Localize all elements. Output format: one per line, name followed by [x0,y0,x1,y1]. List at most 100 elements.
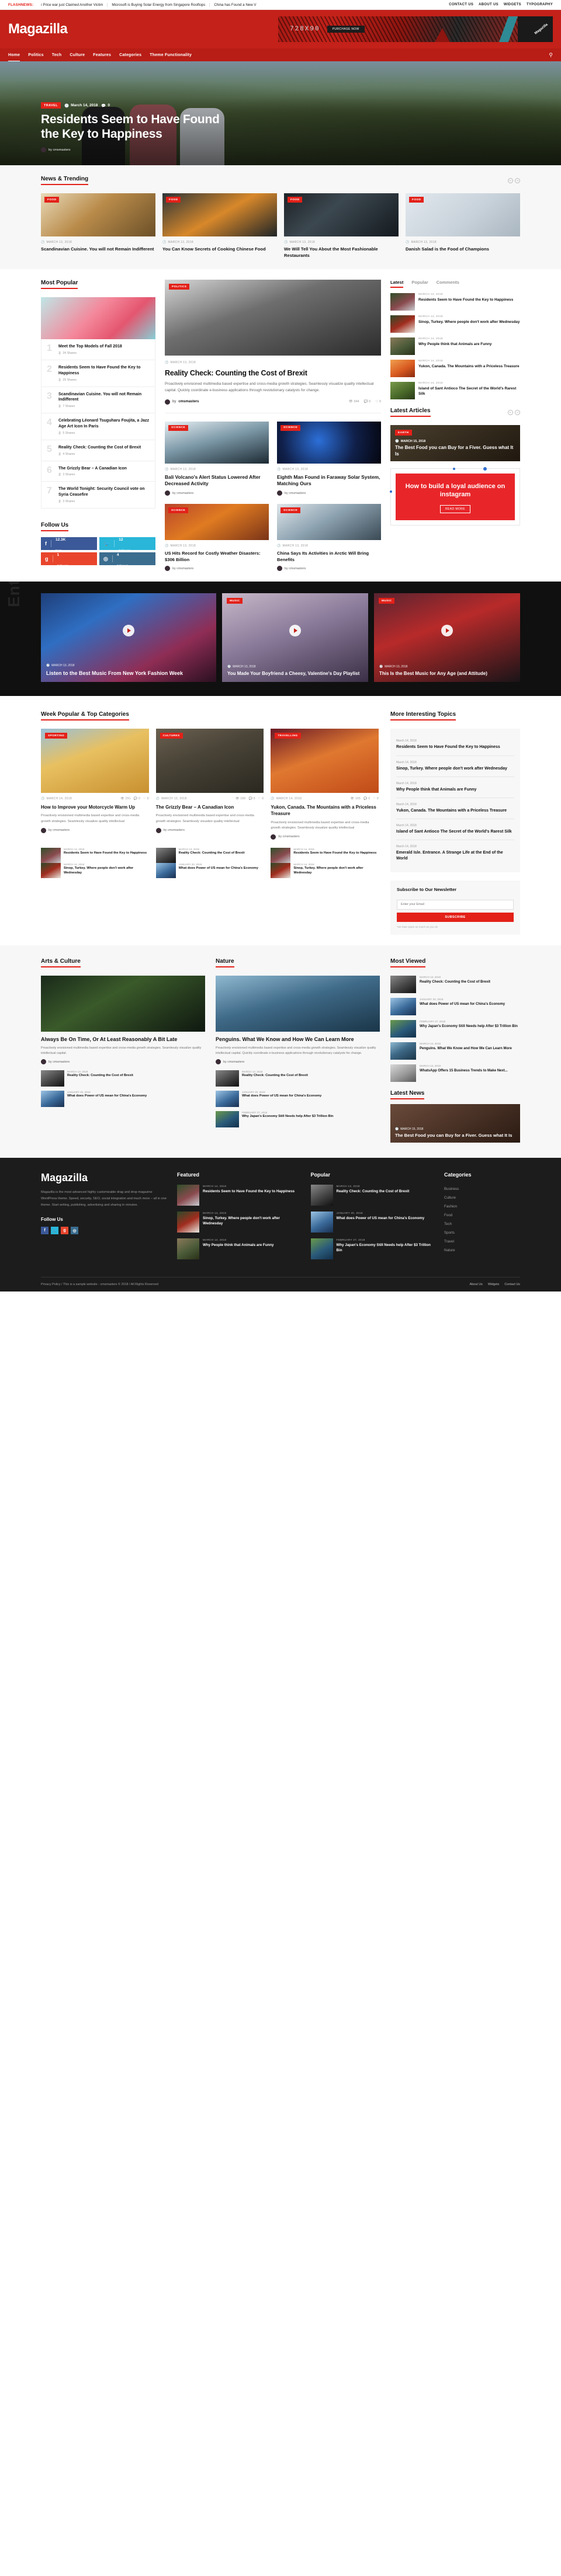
list-item[interactable]: MARCH 14, 2018 Residents Seem to Have Fou… [41,847,149,863]
top-nav-typography[interactable]: TYPOGRAPHY [527,3,553,6]
article-card[interactable]: SCIENCE 🕑 MARCH 13, 2018 China Says Its A… [277,504,381,572]
list-item[interactable]: JANUARY 20, 2018 What does Power of US me… [216,1091,380,1108]
arrow-right-icon[interactable]: → [515,409,520,415]
sidebar-item-title[interactable]: Residents Seem to Have Found the Key to … [418,297,513,302]
article-card-author[interactable]: by cmsmasters [277,490,381,496]
arts-image[interactable] [41,975,205,1032]
list-item[interactable]: March 14, 2018 Why People think that Anim… [396,777,514,798]
video-card-badge[interactable]: MUSIC [379,598,395,604]
video-card-title[interactable]: This Is the Best Music for Any Age (and … [379,671,515,677]
list-item-title[interactable]: The Grizzly Bear – A Canadian Icon [58,466,127,472]
list-item-title[interactable]: The World Tonight: Security Council vote… [58,486,150,498]
article-card-title[interactable]: Yukon, Canada. The Mountains with a Pric… [271,804,379,817]
list-item[interactable]: MARCH 13, 2018 Reality Check: Counting th… [216,1070,380,1087]
latest-article-badge[interactable]: EARTH [395,430,412,436]
site-logo[interactable]: Magazilla [8,21,68,37]
article-card-title[interactable]: Eighth Man Found in Faraway Solar System… [277,474,381,488]
list-item-title[interactable]: Residents Seem to Have Found the Key to … [293,851,376,856]
article-card[interactable]: SPORTING 🕑 MARCH 14, 2018 👁 291 💬 0 ♡ 0 H… [41,729,149,840]
footer-logo[interactable]: Magazilla [41,1172,167,1184]
list-item-title[interactable]: Sinop, Turkey. Where people don't work a… [203,1216,300,1227]
promo-banner[interactable]: How to build a loyal audience on instagr… [390,467,520,525]
list-item[interactable]: 5 Reality Check: Counting the Cost of Br… [41,440,155,461]
list-item[interactable]: JANUARY 20, 2018 What does Power of US me… [41,1091,205,1108]
article-card-author[interactable]: by cmsmasters [271,834,379,840]
article-card-badge[interactable]: SCIENCE [280,507,301,514]
news-card-title[interactable]: We Will Tell You About the Most Fashiona… [284,246,399,259]
list-item-title[interactable]: Yukon, Canada. The Mountains with a Pric… [396,808,514,814]
social-instagram[interactable]: ◎ 4 Followers [99,552,155,567]
nav-item-categories[interactable]: Categories [119,51,141,60]
footer-category-culture[interactable]: Culture [444,1193,520,1202]
list-item[interactable]: 6 The Grizzly Bear – A Canadian Icon ⋚ 3 … [41,461,155,482]
nav-item-home[interactable]: Home [8,51,20,62]
list-item-title[interactable]: What does Power of US mean for China's E… [337,1216,425,1221]
arts-author[interactable]: by cmsmasters [41,1059,205,1065]
list-item[interactable]: 7 The World Tonight: Security Council vo… [41,482,155,508]
article-card[interactable]: SCIENCE 🕑 MARCH 13, 2018 US Hits Record f… [165,504,269,572]
article-card-badge[interactable]: CULTURES [160,733,183,739]
feature-author[interactable]: by cmsmasters [165,399,199,405]
nature-title[interactable]: Penguins. What We Know and How We Can Le… [216,1036,380,1043]
list-item-title[interactable]: Reality Check: Counting the Cost of Brex… [337,1189,410,1194]
newsletter-email-input[interactable] [397,899,514,910]
flash-news-item[interactable]: Microsoft is Buying Solar Energy from Si… [108,2,210,7]
footer-link-contact-us[interactable]: Contact Us [504,1283,520,1286]
arrow-left-icon[interactable]: ← [508,409,513,415]
list-item[interactable]: MARCH 14, 2018 Penguins. What We Know and… [390,1042,520,1060]
list-item-title[interactable]: What does Power of US mean for China's E… [67,1094,147,1099]
footer-category-sports[interactable]: Sports [444,1228,520,1237]
list-item-title[interactable]: Why Japan's Economy Still Needs help Aft… [337,1242,434,1254]
likes-stat[interactable]: ♡ 0 [258,797,264,800]
article-card[interactable]: SCIENCE 🕑 MARCH 13, 2018 Eighth Man Found… [277,421,381,496]
footer-link-widgets[interactable]: Widgets [488,1283,499,1286]
footer-category-fashion[interactable]: Fashion [444,1202,520,1211]
latest-article-title[interactable]: The Best Food you can Buy for a Fiver. G… [395,445,515,457]
play-icon[interactable] [123,625,134,637]
list-item-title[interactable]: Why People think that Animals are Funny [396,787,514,793]
article-card[interactable]: TRAVELLING 🕑 MARCH 14, 2018 👁 165 💬 0 ♡ 0… [271,729,379,840]
footer-category-business[interactable]: Business [444,1185,520,1193]
top-nav-widgets[interactable]: WIDGETS [504,3,521,6]
play-icon[interactable] [289,625,301,637]
latest-article-card[interactable]: EARTH 🕑 MARCH 15, 2018 The Best Food you … [390,425,520,462]
article-card-badge[interactable]: TRAVELLING [275,733,301,739]
article-card-title[interactable]: US Hits Record for Costly Weather Disast… [165,551,269,563]
list-item-title[interactable]: Reality Check: Counting the Cost of Brex… [58,445,141,451]
sidebar-item-title[interactable]: Island of Sant Antioco The Secret of the… [418,386,520,396]
feature-title[interactable]: Reality Check: Counting the Cost of Brex… [165,369,381,377]
list-item-title[interactable]: Celebrating Léonard Tsuguharu Foujita, a… [58,418,150,430]
article-card-badge[interactable]: SCIENCE [168,507,189,514]
list-item-title[interactable]: Why People think that Animals are Funny [203,1242,273,1248]
list-item[interactable]: MARCH 14, 2018 Residents Seem to Have Fou… [271,847,379,863]
article-card-author[interactable]: by cmsmasters [155,827,264,833]
hero-category-badge[interactable]: TRAVEL [41,102,61,109]
article-card-author[interactable]: by cmsmasters [277,566,381,572]
list-item[interactable]: MARCH 14, 2018 Sinop, Turkey. Where peopl… [271,862,379,878]
list-item[interactable]: MARCH 14, 2018 Sinop, Turkey. Where peopl… [41,862,149,878]
list-item[interactable]: FEBRUARY 27, 2018 Why Japan's Economy Sti… [216,1111,380,1128]
list-item[interactable]: FEBRUARY 27, 2018 Why Japan's Economy Sti… [310,1238,434,1259]
search-icon[interactable]: ⚲ [549,52,553,58]
instagram-icon[interactable]: ◎ [71,1227,78,1235]
nav-item-theme-functionality[interactable]: Theme Functionality [150,51,192,60]
nav-item-politics[interactable]: Politics [28,51,44,60]
sidebar-list-item[interactable]: MARCH 14, 2018 Why People think that Anim… [390,337,520,356]
list-item[interactable]: March 14, 2018 Residents Seem to Have Fou… [396,734,514,756]
news-card-title[interactable]: Danish Salad is the Food of Champions [406,246,520,253]
nav-item-culture[interactable]: Culture [70,51,85,60]
likes-stat[interactable]: ♡ 0 [373,797,379,800]
list-item[interactable]: March 14, 2018 Island of Sant Antioco The… [396,819,514,841]
list-item-title[interactable]: What does Power of US mean for China's E… [242,1094,321,1099]
footer-category-travel[interactable]: Travel [444,1237,520,1246]
video-card-badge[interactable]: MUSIC [227,598,243,604]
article-card[interactable]: CULTURES 🕑 MARCH 13, 2018 👁 180 💬 0 ♡ 0 T… [155,729,264,840]
list-item[interactable]: 4 Celebrating Léonard Tsuguharu Foujita,… [41,413,155,440]
social-google-plus[interactable]: g 1 Followers [41,552,97,567]
article-card-badge[interactable]: SPORTING [45,733,68,739]
list-item-title[interactable]: Sinop, Turkey. Where people don't work a… [64,866,149,876]
arrow-left-icon[interactable]: ← [508,177,513,183]
list-item-title[interactable]: Residents Seem to Have Found the Key to … [58,365,150,377]
news-card-title[interactable]: Scandinavian Cuisine. You will not Remai… [41,246,155,253]
news-card[interactable]: FOOD 🕑 MARCH 13, 2018 Danish Salad is the… [406,193,520,259]
